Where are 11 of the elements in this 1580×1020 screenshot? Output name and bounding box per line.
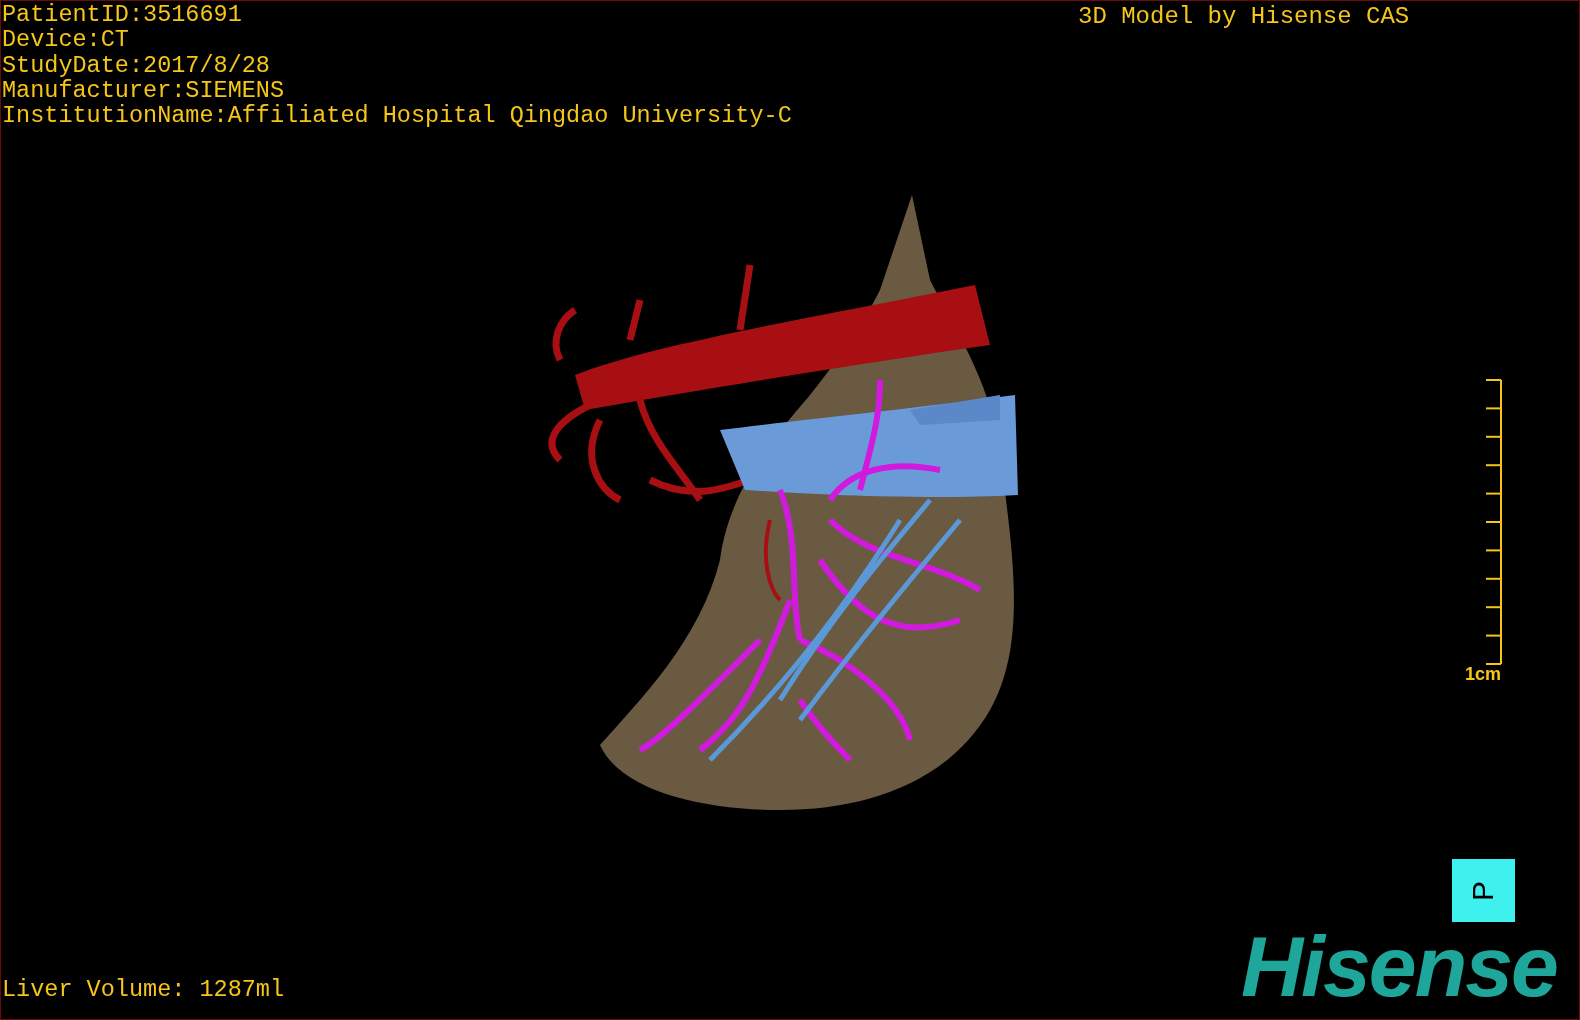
patient-info-text: InstitutionName:Affiliated Hospital Qingdao University-C	[2, 103, 792, 129]
logo: Hisense	[1241, 921, 1557, 1011]
patient-info-text: Manufacturer:SIEMENS	[2, 77, 286, 104]
orientation-marker: P	[1452, 859, 1515, 922]
patient-info-text: PatientID:3516691	[2, 2, 243, 28]
liver-volume-text: Liver Volume: 1287ml	[2, 976, 285, 1004]
model-credit-text: 3D Model by Hisense CAS	[1078, 3, 1410, 31]
patient-info-text: Device:CT	[2, 27, 130, 53]
scale-ruler-icon	[1485, 378, 1503, 668]
patient-info-text: StudyDate:2017/8/28	[2, 52, 271, 78]
scale-label: 1cm	[1465, 664, 1501, 684]
